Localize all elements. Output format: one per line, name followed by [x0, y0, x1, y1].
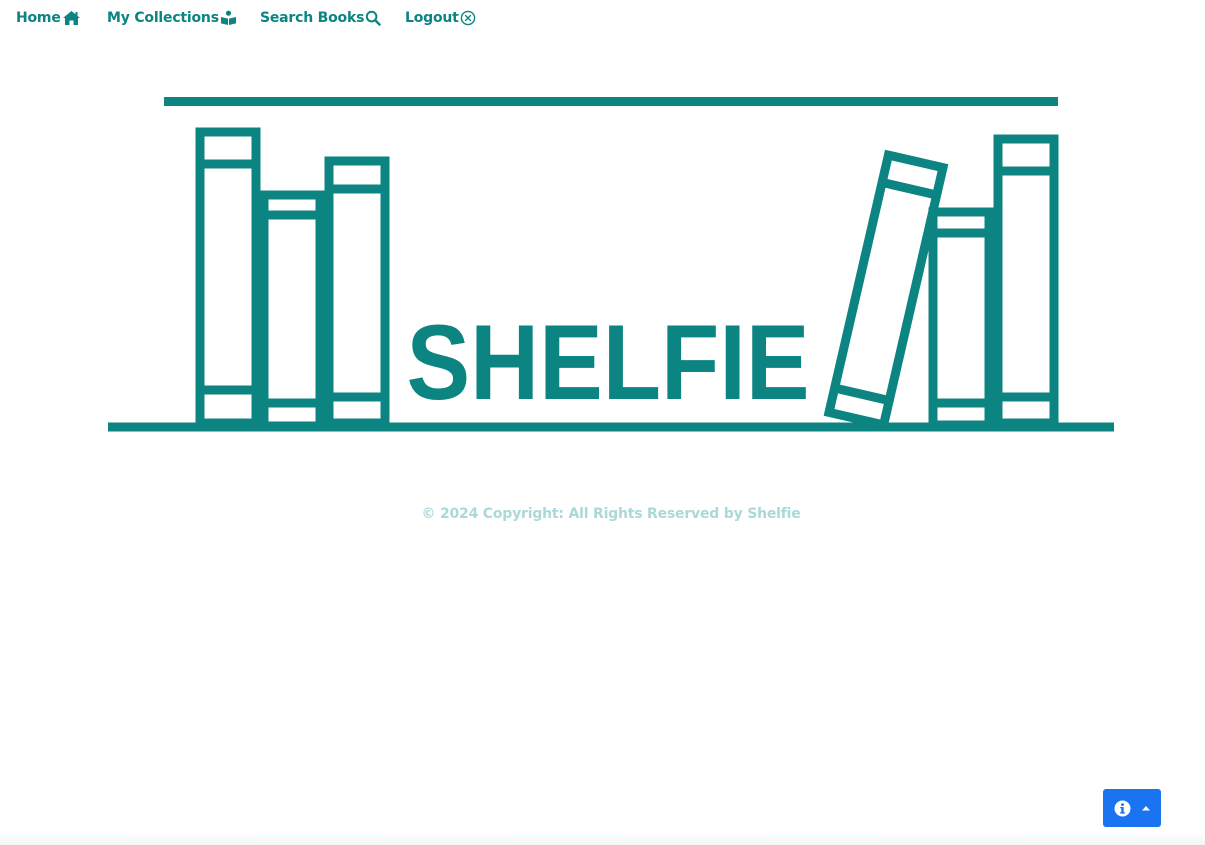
footer-copyright: © 2024 Copyright: All Rights Reserved by…: [421, 506, 801, 522]
logo-book-right-2: [928, 207, 994, 430]
nav-home-link[interactable]: Home: [16, 8, 81, 28]
home-icon: [62, 10, 81, 26]
book-reader-icon: [220, 10, 237, 26]
logo-book-left-2: [259, 190, 325, 431]
logo-book-left-1: [195, 127, 261, 428]
info-toggle-button[interactable]: [1103, 789, 1161, 827]
info-circle-icon: [1114, 800, 1130, 816]
top-nav: Home My Collections Search Books Logout: [0, 0, 1205, 36]
caret-up-icon: [1141, 806, 1150, 811]
logo-wordmark: SHELFIE: [407, 302, 810, 422]
nav-home-label: Home: [16, 10, 61, 26]
close-circle-icon: [460, 10, 476, 26]
nav-logout-label: Logout: [405, 10, 459, 26]
logo-book-right-leaning: [823, 149, 949, 431]
nav-logout-link[interactable]: Logout: [405, 8, 476, 28]
logo-book-right-3: [993, 134, 1059, 428]
search-icon: [365, 10, 381, 26]
nav-my-collections-link[interactable]: My Collections: [107, 8, 237, 28]
nav-search-books-label: Search Books: [260, 10, 365, 26]
logo-book-left-3: [324, 156, 390, 428]
nav-my-collections-label: My Collections: [107, 10, 219, 26]
bottom-edge-shadow: [0, 833, 1205, 845]
shelfie-logo: SHELFIE: [108, 97, 1114, 432]
nav-search-books-link[interactable]: Search Books: [260, 8, 381, 28]
